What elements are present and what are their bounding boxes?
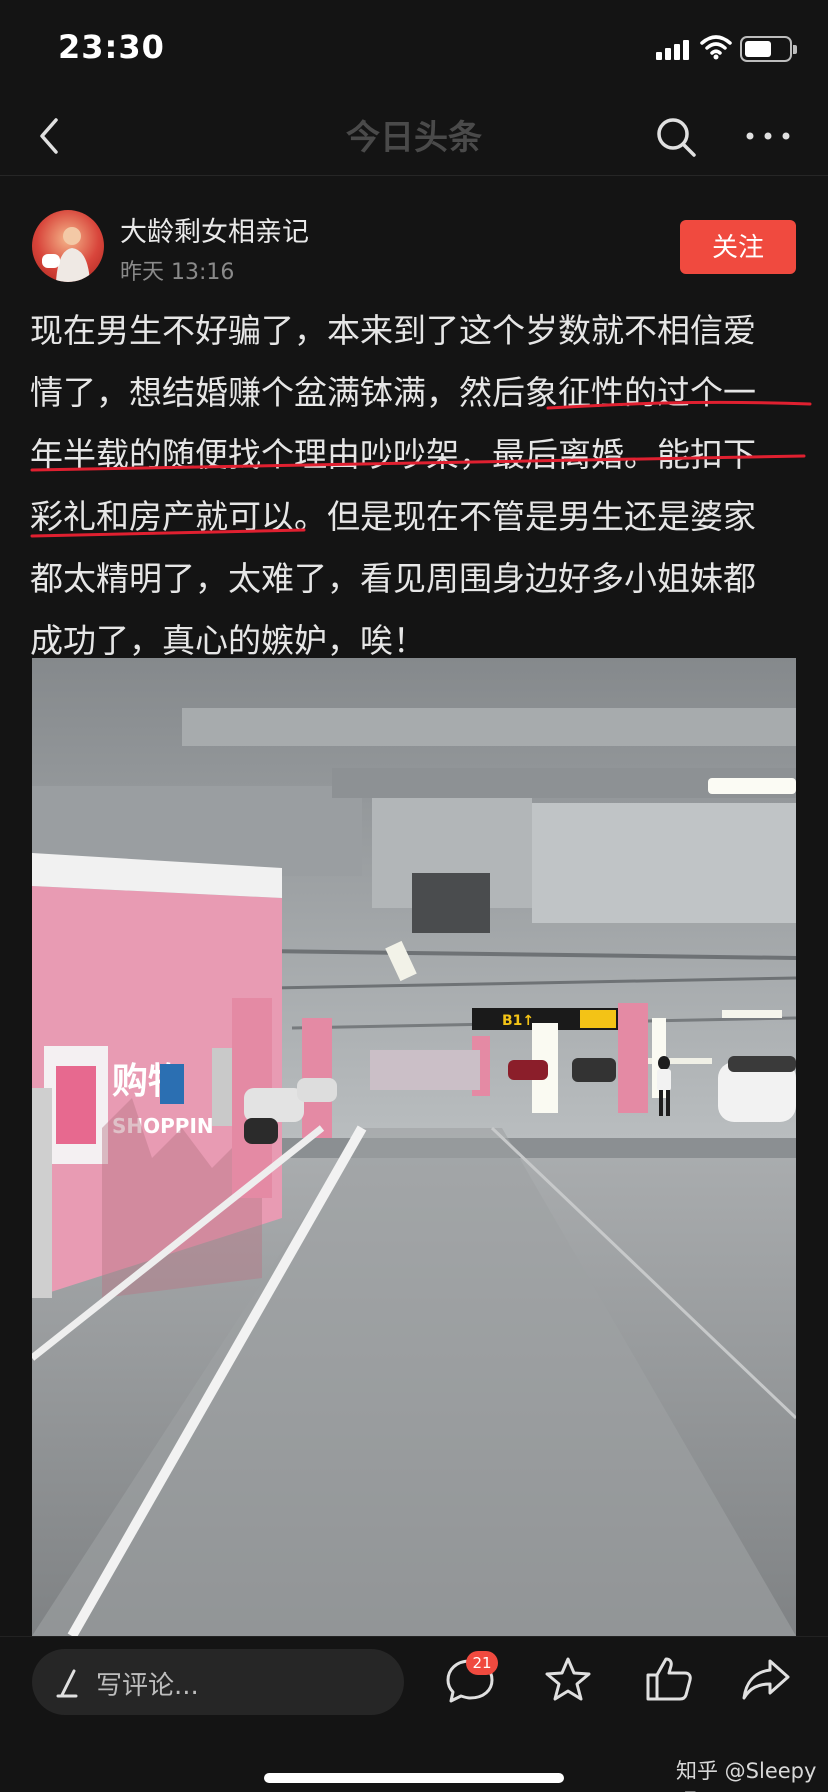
level-sign: B1↑	[502, 1013, 534, 1029]
avatar[interactable]	[32, 210, 104, 282]
comment-input[interactable]: 写评论...	[32, 1649, 404, 1715]
comment-placeholder: 写评论...	[96, 1671, 199, 1701]
share-icon[interactable]	[736, 1649, 796, 1709]
author-name[interactable]: 大龄剩女相亲记	[120, 210, 309, 249]
status-time: 23:30	[58, 28, 165, 66]
follow-button[interactable]: 关注	[680, 220, 796, 274]
author-row: 大龄剩女相亲记 昨天 13:16 关注	[0, 196, 828, 296]
watermark: 知乎 @Sleepy吧	[676, 1759, 817, 1792]
more-icon[interactable]	[740, 108, 796, 164]
search-icon[interactable]	[652, 108, 700, 164]
battery-icon	[740, 36, 797, 62]
post-time: 昨天 13:16	[120, 260, 235, 285]
post-photo[interactable]: B1↑ 购物 SHOPPIN	[32, 658, 796, 1636]
page-title: 今日头条	[346, 118, 482, 158]
post-line: 彩礼和房产就可以。但是现在不管是男生还是婆家	[30, 497, 756, 536]
bottom-bar: 写评论... 21 知乎 @Sleepy吧	[0, 1636, 828, 1792]
post-content: 现在男生不好骗了，本来到了这个岁数就不相信爱 情了，想结婚赚个盆满钵满，然后象征…	[30, 300, 800, 672]
post-line: 年半载的随便找个理由吵吵架，最后离婚。能扣下	[30, 435, 756, 474]
comment-count-badge: 21	[466, 1651, 498, 1675]
signal-icon	[656, 38, 692, 60]
thumbs-up-icon[interactable]	[638, 1649, 698, 1709]
post-line: 现在男生不好骗了，本来到了这个岁数就不相信爱	[30, 311, 756, 350]
home-indicator[interactable]	[264, 1773, 564, 1783]
status-bar: 23:30	[0, 0, 828, 96]
nav-bar: 今日头条	[0, 96, 828, 176]
post-line: 都太精明了，太难了，看见周围身边好多小姐妹都	[30, 559, 756, 598]
wifi-icon	[700, 35, 732, 60]
star-icon[interactable]	[538, 1649, 598, 1709]
post-line: 情了，想结婚赚个盆满钵满，然后象征性的过个一	[30, 373, 756, 412]
pen-icon	[56, 1669, 78, 1698]
